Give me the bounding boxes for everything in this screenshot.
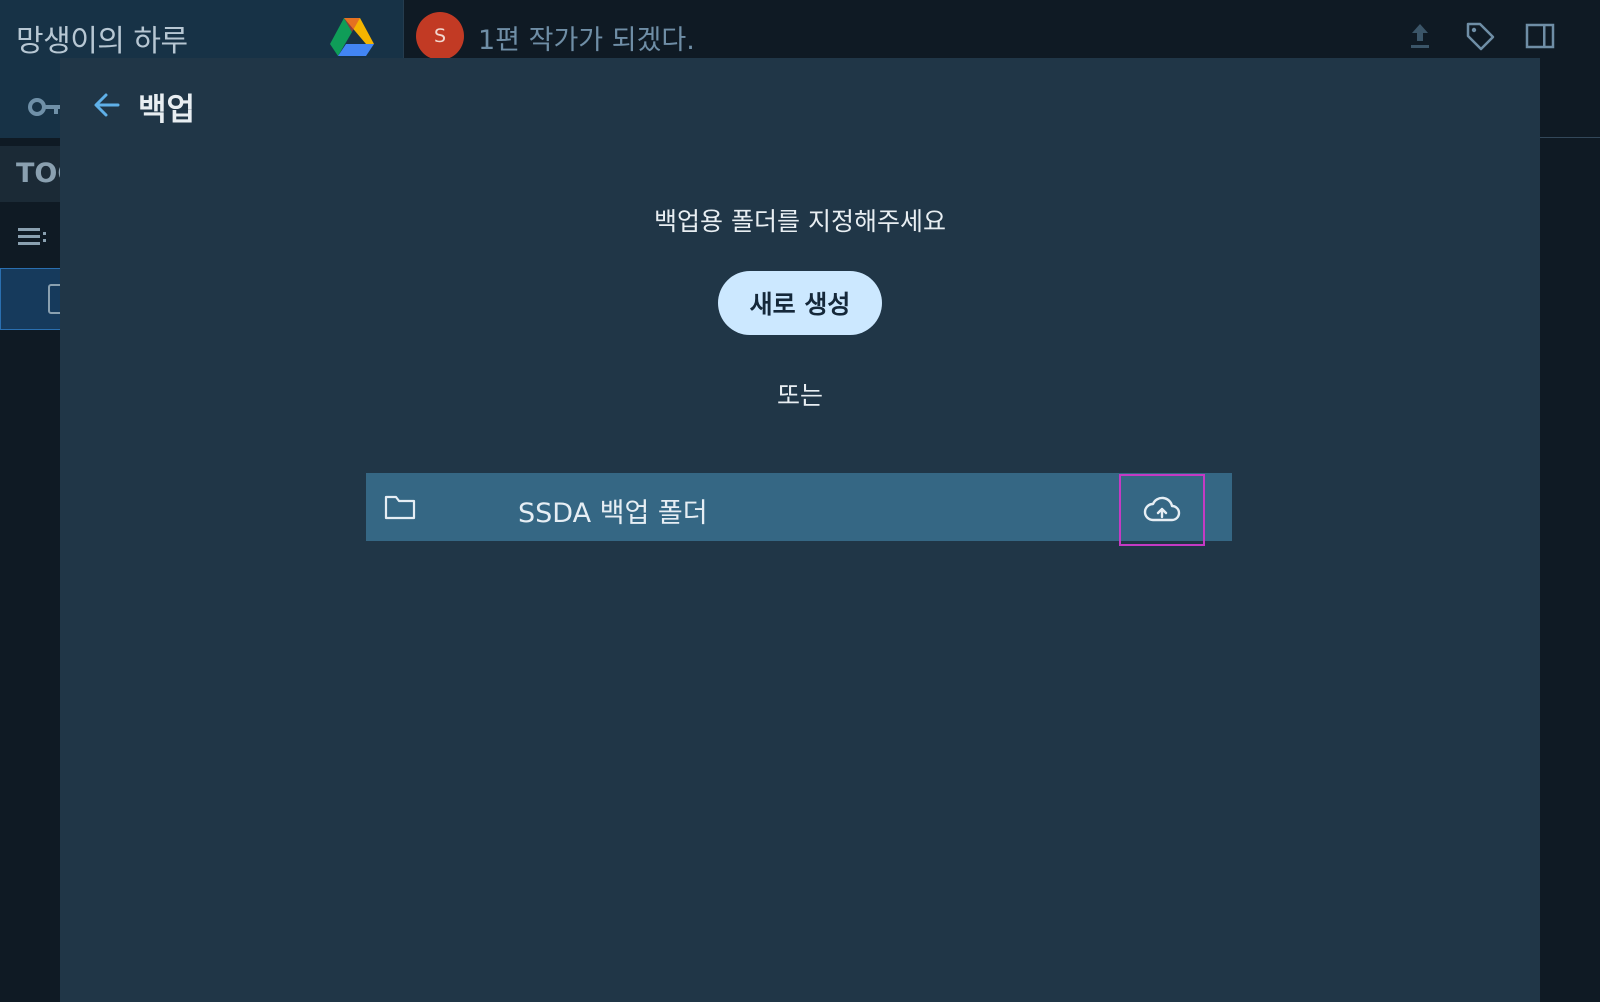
dialog-title: 백업 [138,92,196,128]
key-icon[interactable] [28,96,62,118]
document-title[interactable]: 1편 작가가 되겠다. [478,18,695,57]
google-drive-icon[interactable] [330,16,374,58]
cloud-upload-icon [1143,496,1181,522]
backup-dialog: 백업 백업용 폴더를 지정해주세요 새로 생성 또는 SSDA 백업 폴더 [60,58,1540,1002]
backup-prompt: 백업용 폴더를 지정해주세요 [654,207,946,236]
side-panel-icon[interactable] [1524,20,1556,52]
upload-backup-button[interactable] [1119,474,1205,546]
create-folder-button[interactable]: 새로 생성 [718,271,882,335]
folder-icon [384,495,416,520]
avatar[interactable]: S [416,12,464,60]
notebook-title: 망생이의 하루 [16,24,188,59]
list-icon[interactable] [18,226,48,248]
folder-name: SSDA 백업 폴더 [518,498,708,529]
create-folder-label: 새로 생성 [749,290,851,319]
upload-icon[interactable] [1404,20,1436,52]
folder-list-item[interactable]: SSDA 백업 폴더 [366,473,1232,546]
or-separator: 또는 [776,381,823,410]
back-arrow-icon[interactable] [90,88,124,122]
tag-icon[interactable] [1464,20,1496,52]
